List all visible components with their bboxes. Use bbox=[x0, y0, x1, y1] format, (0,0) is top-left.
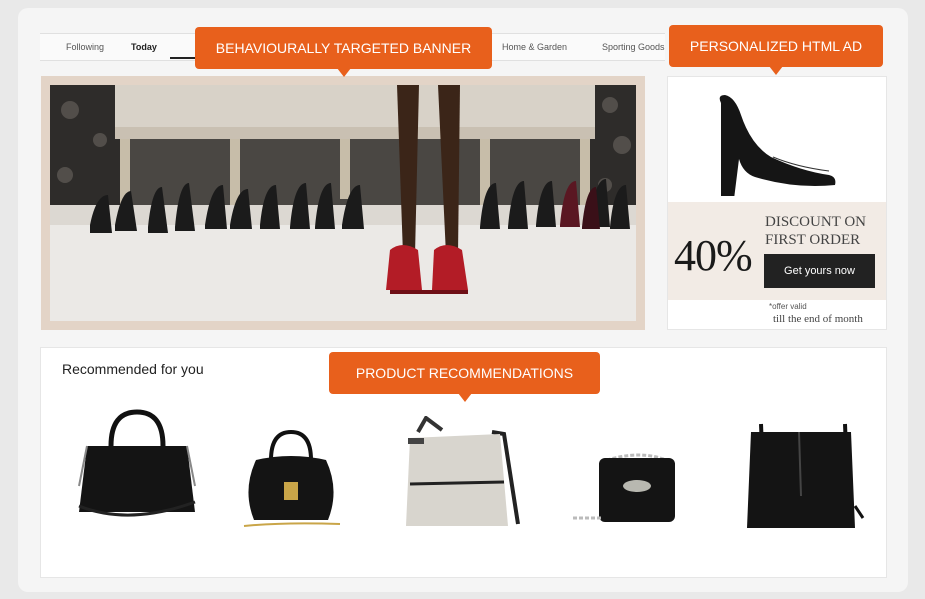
callout-personalized-ad: PERSONALIZED HTML AD bbox=[669, 25, 883, 75]
nav-active-underline bbox=[170, 57, 196, 59]
get-yours-now-button[interactable]: Get yours now bbox=[764, 254, 875, 288]
product-black-saddle-bag[interactable] bbox=[236, 430, 346, 530]
nav-sporting-goods[interactable]: Sporting Goods bbox=[602, 42, 665, 52]
black-pump-shoe-image bbox=[719, 95, 836, 196]
product-black-chain-bag[interactable] bbox=[571, 448, 699, 533]
discount-line-2: FIRST ORDER bbox=[765, 232, 861, 248]
discount-percent: 40% bbox=[674, 231, 753, 280]
targeted-banner[interactable] bbox=[41, 76, 645, 330]
banner-image bbox=[50, 85, 636, 321]
ad-offer-band: 40% DISCOUNT ON FIRST ORDER Get yours no… bbox=[668, 202, 886, 300]
product-grey-crossbody-bag[interactable] bbox=[396, 416, 526, 531]
nav-following[interactable]: Following bbox=[66, 42, 104, 52]
product-black-tote-bag[interactable] bbox=[73, 406, 201, 521]
personalized-html-ad[interactable]: 40% DISCOUNT ON FIRST ORDER Get yours no… bbox=[667, 76, 887, 330]
discount-text: DISCOUNT ON FIRST ORDER bbox=[765, 213, 866, 249]
recommendations-title: Recommended for you bbox=[62, 361, 204, 377]
discount-line-1: DISCOUNT ON bbox=[765, 214, 866, 230]
offer-fine-print-1: *offer valid bbox=[769, 302, 807, 311]
offer-fine-print-2: till the end of month bbox=[773, 313, 863, 325]
nav-home-garden[interactable]: Home & Garden bbox=[502, 42, 567, 52]
callout-product-recommendations: PRODUCT RECOMMENDATIONS bbox=[329, 352, 600, 402]
nav-today[interactable]: Today bbox=[131, 42, 157, 52]
product-black-bucket-bag[interactable] bbox=[741, 416, 866, 536]
callout-behavioural-banner: BEHAVIOURALLY TARGETED BANNER bbox=[195, 27, 492, 77]
